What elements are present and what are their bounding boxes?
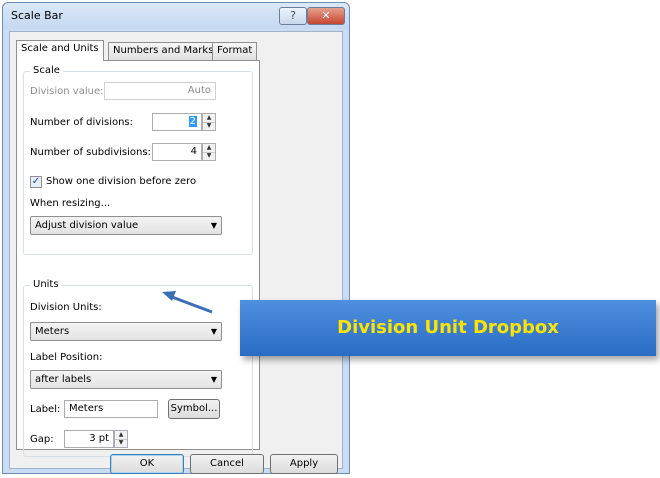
- apply-button[interactable]: Apply: [270, 454, 338, 474]
- chevron-down-icon: ▼: [210, 221, 217, 230]
- label-text-field[interactable]: Meters: [64, 400, 158, 418]
- dialog-client-area: Scale and Units Numbers and Marks Format…: [9, 31, 343, 474]
- division-unit-callout: Division Unit Dropbox: [240, 300, 656, 356]
- spin-down-icon[interactable]: ▼: [203, 122, 215, 130]
- num-subdivisions-spinner[interactable]: ▲ ▼: [202, 143, 216, 161]
- gap-field[interactable]: 3 pt: [64, 430, 114, 448]
- label-position-label: Label Position:: [30, 352, 103, 363]
- symbol-button[interactable]: Symbol...: [168, 399, 220, 419]
- spin-down-icon[interactable]: ▼: [115, 439, 127, 447]
- division-value-field[interactable]: Auto: [104, 82, 216, 100]
- label-position-dropdown[interactable]: after labels ▼: [30, 370, 222, 389]
- when-resizing-value: Adjust division value: [35, 220, 139, 231]
- gap-spinner[interactable]: ▲ ▼: [114, 430, 128, 448]
- division-units-label: Division Units:: [30, 302, 102, 313]
- chevron-down-icon: ▼: [210, 327, 217, 336]
- when-resizing-dropdown[interactable]: Adjust division value ▼: [30, 216, 222, 235]
- title-bar[interactable]: Scale Bar ? ✕: [3, 3, 349, 29]
- close-button[interactable]: ✕: [307, 7, 345, 25]
- show-one-division-checkbox[interactable]: ✓: [30, 176, 42, 188]
- label-position-value: after labels: [35, 374, 92, 385]
- gap-label: Gap:: [30, 434, 54, 445]
- ok-button[interactable]: OK: [110, 454, 184, 474]
- cancel-button[interactable]: Cancel: [190, 454, 264, 474]
- window-title: Scale Bar: [11, 9, 63, 22]
- when-resizing-label: When resizing...: [30, 198, 111, 209]
- division-units-dropdown[interactable]: Meters ▼: [30, 322, 222, 341]
- scale-group-legend: Scale: [30, 65, 63, 76]
- spin-down-icon[interactable]: ▼: [203, 152, 215, 160]
- scale-bar-dialog: Scale Bar ? ✕ Scale and Units Numbers an…: [2, 2, 350, 474]
- chevron-down-icon: ▼: [210, 375, 217, 384]
- label-label: Label:: [30, 404, 61, 415]
- tab-format[interactable]: Format: [212, 42, 258, 60]
- num-divisions-label: Number of divisions:: [30, 117, 134, 128]
- tab-scale-and-units[interactable]: Scale and Units: [16, 40, 104, 61]
- num-subdivisions-field[interactable]: 4: [152, 143, 202, 161]
- show-one-division-label: Show one division before zero: [46, 176, 197, 187]
- units-group-legend: Units: [30, 279, 62, 290]
- tab-numbers-and-marks[interactable]: Numbers and Marks: [108, 42, 219, 60]
- tab-panel: Scale Division value: Auto Number of div…: [16, 60, 260, 457]
- scale-group: Scale Division value: Auto Number of div…: [23, 65, 253, 255]
- division-value-label: Division value:: [30, 86, 104, 97]
- division-units-value: Meters: [35, 326, 70, 337]
- help-button[interactable]: ?: [279, 7, 307, 25]
- units-group: Units Division Units: Meters ▼ Label Pos…: [23, 279, 253, 457]
- num-subdivisions-label: Number of subdivisions:: [30, 147, 151, 158]
- num-divisions-value: 2: [188, 116, 197, 127]
- num-divisions-spinner[interactable]: ▲ ▼: [202, 113, 216, 131]
- num-divisions-field[interactable]: 2: [152, 113, 202, 131]
